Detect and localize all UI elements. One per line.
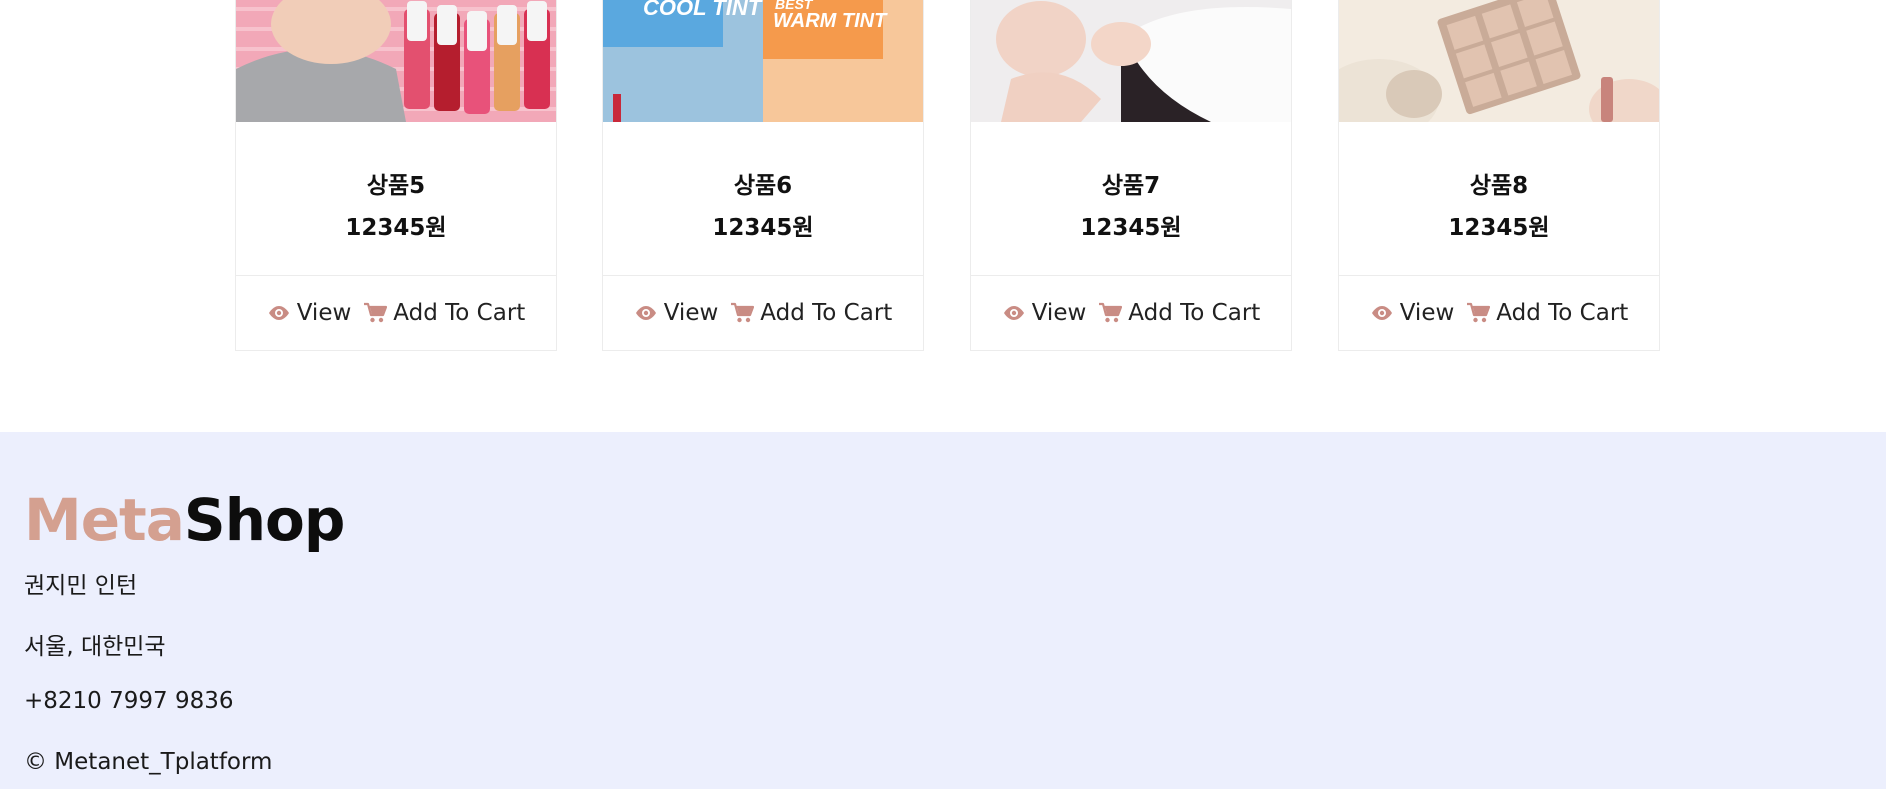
add-to-cart-button[interactable]: Add To Cart [1466,300,1628,326]
footer-copyright: © Metanet_Tplatform [24,749,273,775]
view-button[interactable]: View [1370,300,1455,326]
shopping-cart-icon [730,302,755,324]
view-button[interactable]: View [634,300,719,326]
shopping-cart-icon [1466,302,1491,324]
product-name[interactable]: 상품7 [971,166,1291,200]
add-to-cart-button[interactable]: Add To Cart [1098,300,1260,326]
footer-location: 서울, 대한민국 [24,634,166,660]
product-actions: View Add To Cart [603,276,923,350]
product-image[interactable] [236,0,556,122]
eye-icon [634,305,658,321]
add-to-cart-label: Add To Cart [760,300,893,326]
product-name[interactable]: 상품5 [236,166,556,200]
product-grid: 상품5 12345원 View Add To Cart COOL TINT BE… [0,0,1886,432]
shopping-cart-icon [363,302,388,324]
product-card: 상품8 12345원 View Add To Cart [1338,0,1660,351]
product-price: 12345원 [1448,215,1550,241]
footer-name: 권지민 인턴 [24,573,138,599]
footer: MetaShop 권지민 인턴 서울, 대한민국 +8210 7997 9836… [0,432,1886,789]
product-card: 상품7 12345원 View Add To Cart [970,0,1292,351]
product-actions: View Add To Cart [971,276,1291,350]
add-to-cart-button[interactable]: Add To Cart [730,300,892,326]
product-image[interactable] [1339,0,1659,122]
view-button[interactable]: View [1002,300,1087,326]
product-info: 상품8 12345원 [1339,122,1659,276]
package-text-warm: WARM TINT [773,10,888,32]
view-label: View [1399,300,1455,326]
eye-icon [267,305,291,321]
product-image[interactable] [971,0,1291,122]
logo-shop: Shop [183,486,345,554]
view-label: View [663,300,719,326]
footer-logo[interactable]: MetaShop [24,486,345,554]
product-image[interactable]: COOL TINT BEST WARM TINT [603,0,923,122]
shopping-cart-icon [1098,302,1123,324]
product-name[interactable]: 상품6 [603,166,923,200]
product-actions: View Add To Cart [236,276,556,350]
view-button[interactable]: View [267,300,352,326]
product-name[interactable]: 상품8 [1339,166,1659,200]
eye-icon [1370,305,1394,321]
product-card: COOL TINT BEST WARM TINT 상품6 12345원 View… [602,0,924,351]
product-actions: View Add To Cart [1339,276,1659,350]
add-to-cart-button[interactable]: Add To Cart [363,300,525,326]
logo-meta: Meta [24,486,185,554]
package-text-cool: COOL TINT [643,0,763,20]
product-info: 상품6 12345원 [603,122,923,276]
product-price: 12345원 [345,215,447,241]
footer-phone: +8210 7997 9836 [24,688,234,714]
product-price: 12345원 [1080,215,1182,241]
add-to-cart-label: Add To Cart [1128,300,1261,326]
add-to-cart-label: Add To Cart [1496,300,1629,326]
eye-icon [1002,305,1026,321]
product-card: 상품5 12345원 View Add To Cart [235,0,557,351]
view-label: View [1031,300,1087,326]
add-to-cart-label: Add To Cart [393,300,526,326]
product-info: 상품7 12345원 [971,122,1291,276]
product-info: 상품5 12345원 [236,122,556,276]
product-price: 12345원 [712,215,814,241]
view-label: View [296,300,352,326]
